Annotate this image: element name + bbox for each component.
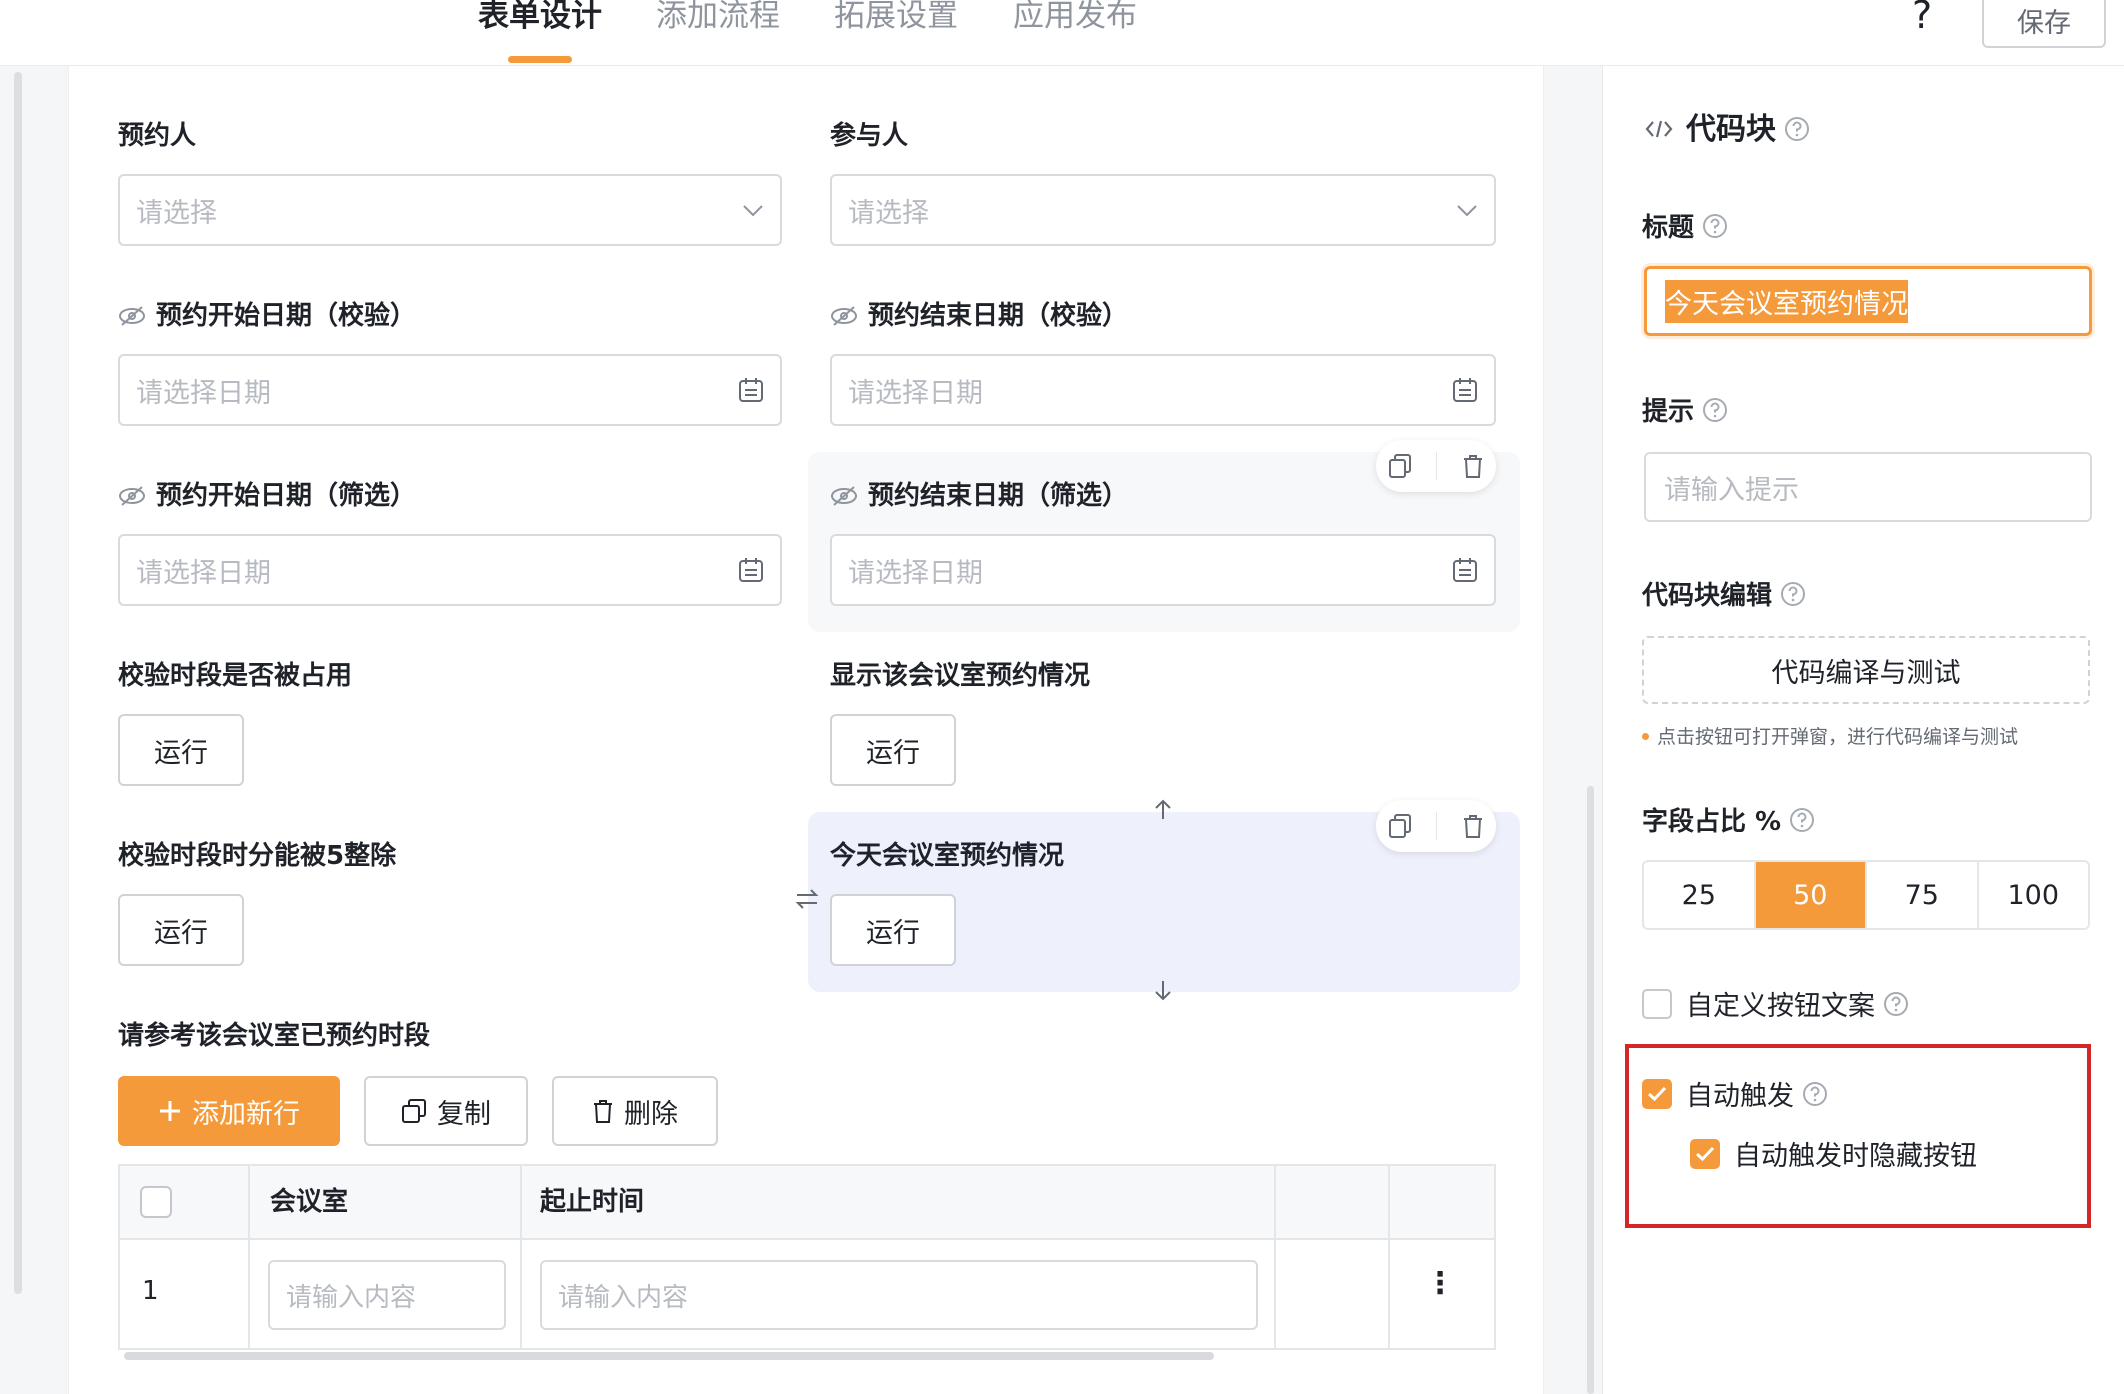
subtable: 会议室 起止时间 1 请输入内容 请输入内容 ⋮	[118, 1164, 1496, 1350]
hint-field-label: 提示	[1642, 394, 1728, 430]
copy-row-button[interactable]: 复制	[364, 1076, 528, 1146]
column-divider	[1388, 1166, 1390, 1350]
start-date-filter-label: 预约开始日期（筛选）	[118, 478, 416, 514]
question-icon[interactable]	[1702, 213, 1728, 239]
today-room-label: 今天会议室预约情况	[830, 841, 1065, 871]
column-header-room: 会议室	[270, 1187, 349, 1217]
eye-hidden-icon	[831, 486, 857, 506]
plus-icon	[160, 1101, 180, 1121]
start-date-filter-picker[interactable]: 请选择日期	[118, 534, 782, 606]
ratio-option-25[interactable]: 25	[1644, 862, 1756, 928]
custom-text-checkbox[interactable]	[1642, 988, 1672, 1019]
copy-icon	[402, 1099, 426, 1123]
move-up-icon[interactable]	[1152, 798, 1174, 822]
field-toolbar	[1376, 440, 1496, 492]
ratio-option-50[interactable]: 50	[1755, 862, 1867, 928]
question-icon[interactable]	[1883, 991, 1909, 1017]
compile-test-button[interactable]: 代码编译与测试	[1642, 636, 2090, 704]
trash-icon	[594, 1100, 612, 1123]
trash-icon[interactable]	[1462, 453, 1484, 479]
column-divider	[1274, 1166, 1276, 1350]
check-div5-run-button[interactable]: 运行	[118, 894, 244, 966]
left-scrollbar[interactable]	[14, 72, 22, 1294]
trash-icon[interactable]	[1462, 813, 1484, 839]
copy-icon[interactable]	[1388, 813, 1412, 839]
width-ratio-label: 字段占比 %	[1642, 804, 1815, 840]
today-room-run-button[interactable]: 运行	[830, 894, 956, 966]
save-button[interactable]: 保存	[1982, 0, 2106, 48]
check-occupied-label: 校验时段是否被占用	[118, 661, 353, 691]
active-tab-indicator	[508, 56, 572, 63]
check-div5-label: 校验时段时分能被5整除	[118, 841, 397, 871]
width-ratio-selector: 25 50 75 100	[1642, 860, 2090, 930]
booker-select[interactable]: 请选择	[118, 174, 782, 246]
copy-icon[interactable]	[1388, 453, 1412, 479]
time-input[interactable]: 请输入内容	[540, 1260, 1258, 1330]
chevron-down-icon	[1457, 205, 1477, 217]
top-bar: 表单设计 添加流程 拓展设置 应用发布 ? 保存	[0, 0, 2124, 66]
custom-text-option[interactable]: 自定义按钮文案	[1642, 984, 1909, 1023]
tab-app-publish[interactable]: 应用发布	[1013, 0, 1137, 38]
tab-form-design[interactable]: 表单设计	[478, 0, 602, 38]
table-horizontal-scrollbar[interactable]	[124, 1352, 1214, 1360]
show-room-run-button[interactable]: 运行	[830, 714, 956, 786]
highlight-annotation-box	[1625, 1044, 2091, 1228]
tab-extension-settings[interactable]: 拓展设置	[834, 0, 958, 38]
column-divider	[520, 1166, 522, 1350]
row-more-icon[interactable]: ⋮	[1420, 1266, 1460, 1301]
swap-icon[interactable]	[794, 886, 820, 912]
column-divider	[248, 1166, 250, 1350]
participants-label: 参与人	[830, 121, 909, 151]
end-date-filter-label: 预约结束日期（筛选）	[830, 478, 1128, 514]
room-input[interactable]: 请输入内容	[268, 1260, 506, 1330]
calendar-icon	[739, 378, 763, 402]
question-icon[interactable]	[1702, 397, 1728, 423]
end-date-check-label: 预约结束日期（校验）	[830, 298, 1128, 334]
question-icon[interactable]	[1784, 116, 1810, 142]
field-toolbar	[1376, 800, 1496, 852]
ratio-option-75[interactable]: 75	[1867, 862, 1979, 928]
select-all-checkbox[interactable]	[140, 1186, 172, 1218]
help-button[interactable]: ?	[1912, 0, 1932, 38]
eye-hidden-icon	[119, 486, 145, 506]
eye-hidden-icon	[119, 306, 145, 326]
check-occupied-run-button[interactable]: 运行	[118, 714, 244, 786]
canvas-scrollbar[interactable]	[1587, 786, 1594, 1394]
question-icon[interactable]	[1789, 807, 1815, 833]
code-icon	[1645, 120, 1673, 138]
hint-dot	[1642, 733, 1649, 740]
row-index: 1	[142, 1276, 159, 1306]
participants-select[interactable]: 请选择	[830, 174, 1496, 246]
tab-add-flow[interactable]: 添加流程	[656, 0, 780, 38]
move-down-icon[interactable]	[1152, 978, 1174, 1002]
ratio-option-100[interactable]: 100	[1979, 862, 2089, 928]
panel-title: 代码块	[1644, 112, 1810, 148]
end-date-check-picker[interactable]: 请选择日期	[830, 354, 1496, 426]
start-date-check-picker[interactable]: 请选择日期	[118, 354, 782, 426]
eye-hidden-icon	[831, 306, 857, 326]
title-field-label: 标题	[1642, 210, 1728, 246]
add-row-button[interactable]: 添加新行	[118, 1076, 340, 1146]
calendar-icon	[739, 558, 763, 582]
end-date-filter-picker[interactable]: 请选择日期	[830, 534, 1496, 606]
subtable-label: 请参考该会议室已预约时段	[118, 1021, 431, 1051]
chevron-down-icon	[743, 205, 763, 217]
delete-row-button[interactable]: 删除	[552, 1076, 718, 1146]
compile-hint: 点击按钮可打开弹窗，进行代码编译与测试	[1642, 722, 2018, 749]
hint-input[interactable]: 请输入提示	[1644, 452, 2092, 522]
title-input[interactable]: 今天会议室预约情况	[1644, 266, 2092, 336]
column-header-time: 起止时间	[540, 1187, 645, 1217]
booker-label: 预约人	[118, 121, 197, 151]
code-edit-label: 代码块编辑	[1642, 578, 1806, 614]
start-date-check-label: 预约开始日期（校验）	[118, 298, 416, 334]
calendar-icon	[1453, 378, 1477, 402]
calendar-icon	[1453, 558, 1477, 582]
show-room-label: 显示该会议室预约情况	[830, 661, 1091, 691]
question-icon[interactable]	[1780, 581, 1806, 607]
